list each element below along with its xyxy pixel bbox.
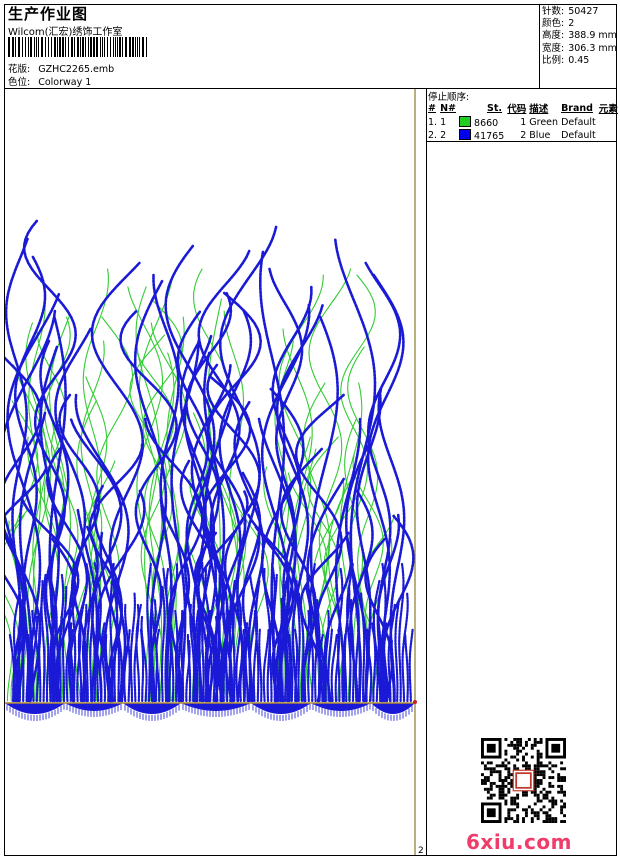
stop-sequence-table: # N# St. 代码 描述 Brand 元素 1. 1 8660 1 Gree… [428, 101, 620, 143]
watermark: 6xiu.com [466, 830, 572, 854]
col-code: 代码 [507, 104, 527, 115]
color-swatch-green [459, 116, 471, 127]
qr-code [481, 738, 566, 823]
barcode [8, 37, 147, 57]
colorway-value: Colorway 1 [38, 77, 92, 88]
table-row: 1. 1 8660 1 Green Default [428, 116, 596, 129]
embroidery-design [5, 89, 417, 855]
origin-marker [413, 700, 417, 704]
col-stitches: St. [487, 102, 502, 114]
specs-divider [539, 4, 540, 88]
spec-stitches: 针数: 50427 [542, 6, 599, 17]
colorway-row: 色位: Colorway 1 [8, 74, 91, 88]
colorway-label: 色位: [8, 77, 31, 88]
spec-width: 宽度: 306.3 mm [542, 42, 617, 54]
col-n: N# [440, 102, 456, 114]
scallop-border [5, 703, 415, 721]
pattern-row: 花版: GZHC2265.emb [8, 61, 114, 75]
col-element: 元素 [598, 104, 618, 115]
color-swatch-blue [459, 129, 471, 140]
table-divider [426, 141, 617, 142]
col-brand: Brand [561, 102, 593, 114]
col-hash: # [428, 102, 436, 114]
spec-colors: 颜色: 2 [542, 18, 575, 30]
col-desc: 描述 [529, 104, 549, 115]
ruler-number: 2 [418, 846, 424, 856]
company-name: Wilcom(汇宏)绣饰工作室 [8, 27, 123, 38]
page-title: 生产作业图 [8, 5, 89, 23]
specs-block: 针数: 50427 颜色: 2 高度: 388.9 mm 宽度: 306.3 mm 比例… [542, 6, 617, 67]
sidebar-divider [426, 88, 427, 856]
spec-scale: 比例: 0.45 [542, 54, 590, 66]
spec-height: 高度: 388.9 mm [542, 30, 617, 42]
